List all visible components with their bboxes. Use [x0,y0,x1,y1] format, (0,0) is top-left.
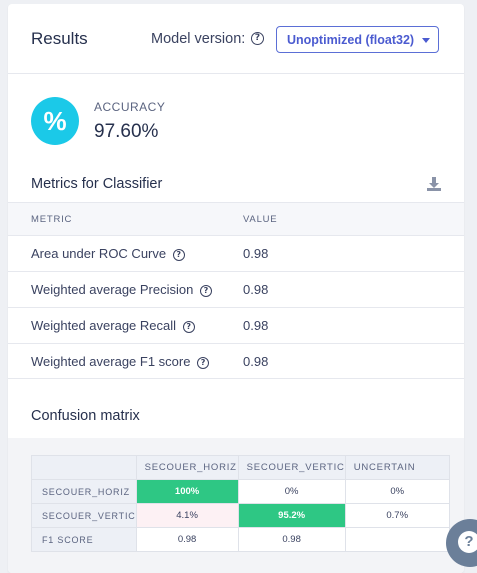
matrix-cell [344,527,450,552]
metric-name: Weighted average F1 score ? [31,354,210,369]
metrics-header-row: METRIC VALUE [8,202,464,235]
matrix-corner [31,455,137,480]
metrics-table: METRIC VALUE Area under ROC Curve ? 0.98… [8,202,464,379]
metric-label: Weighted average Recall [31,318,177,333]
matrix-cell: 95.2% [237,503,346,528]
metric-name: Weighted average Recall ? [31,318,195,333]
table-row: Weighted average F1 score ? 0.98 [8,343,464,379]
download-icon[interactable] [426,176,442,192]
matrix-row-header: SECOUER_VERTIC [31,503,137,528]
page-title: Results [31,29,88,48]
accuracy-label: ACCURACY [94,100,166,114]
percent-icon: % [31,97,79,145]
chevron-down-icon [422,38,430,43]
matrix-cell: 0.98 [135,527,239,552]
metric-column-header: METRIC [31,214,73,225]
help-icon[interactable]: ? [199,284,212,297]
matrix-cell: 0.7% [344,503,450,528]
model-version-select[interactable]: Unoptimized (float32) [276,26,439,53]
matrix-column-header: UNCERTAIN [344,455,450,480]
matrix-cell: 0.98 [237,527,346,552]
model-version-help-icon[interactable]: ? [251,32,264,45]
table-row: F1 SCORE 0.98 0.98 [31,527,450,552]
help-icon[interactable]: ? [172,248,185,261]
metric-label: Weighted average F1 score [31,354,191,369]
metric-label: Area under ROC Curve [31,246,167,261]
metric-value: 0.98 [243,282,269,297]
results-panel: Results Model version: ? Unoptimized (fl… [8,4,464,573]
metric-value: 0.98 [243,246,269,261]
metric-name: Area under ROC Curve ? [31,246,185,261]
value-column-header: VALUE [243,214,278,225]
matrix-cell: 100% [135,479,239,504]
confusion-matrix-title: Confusion matrix [31,408,140,424]
matrix-column-header: SECOUER_VERTIC [237,455,346,480]
matrix-row-header: F1 SCORE [31,527,137,552]
matrix-row-header: SECOUER_HORIZ [31,479,137,504]
table-row: Area under ROC Curve ? 0.98 [8,235,464,271]
question-icon: ? [458,531,477,553]
table-row: SECOUER_HORIZ 100% 0% 0% [31,479,450,504]
accuracy-value: 97.60% [94,121,159,142]
help-icon[interactable]: ? [182,320,195,333]
confusion-matrix: SECOUER_HORIZ SECOUER_VERTIC UNCERTAIN S… [31,455,450,552]
matrix-cell: 0% [344,479,450,504]
model-version-value: Unoptimized (float32) [287,33,415,47]
matrix-cell: 0% [237,479,346,504]
help-icon[interactable]: ? [197,356,210,369]
confusion-matrix-area: SECOUER_HORIZ SECOUER_VERTIC UNCERTAIN S… [8,438,464,573]
matrix-column-header: SECOUER_HORIZ [135,455,239,480]
metric-value: 0.98 [243,354,269,369]
model-version-label: Model version: [151,31,246,47]
metric-name: Weighted average Precision ? [31,282,212,297]
table-row: Weighted average Precision ? 0.98 [8,271,464,307]
matrix-cell: 4.1% [135,503,239,528]
metric-value: 0.98 [243,318,269,333]
metric-label: Weighted average Precision [31,282,194,297]
metrics-title: Metrics for Classifier [31,176,163,192]
table-row: Weighted average Recall ? 0.98 [8,307,464,343]
results-header: Results Model version: ? Unoptimized (fl… [8,4,464,74]
table-row: SECOUER_VERTIC 4.1% 95.2% 0.7% [31,503,450,528]
